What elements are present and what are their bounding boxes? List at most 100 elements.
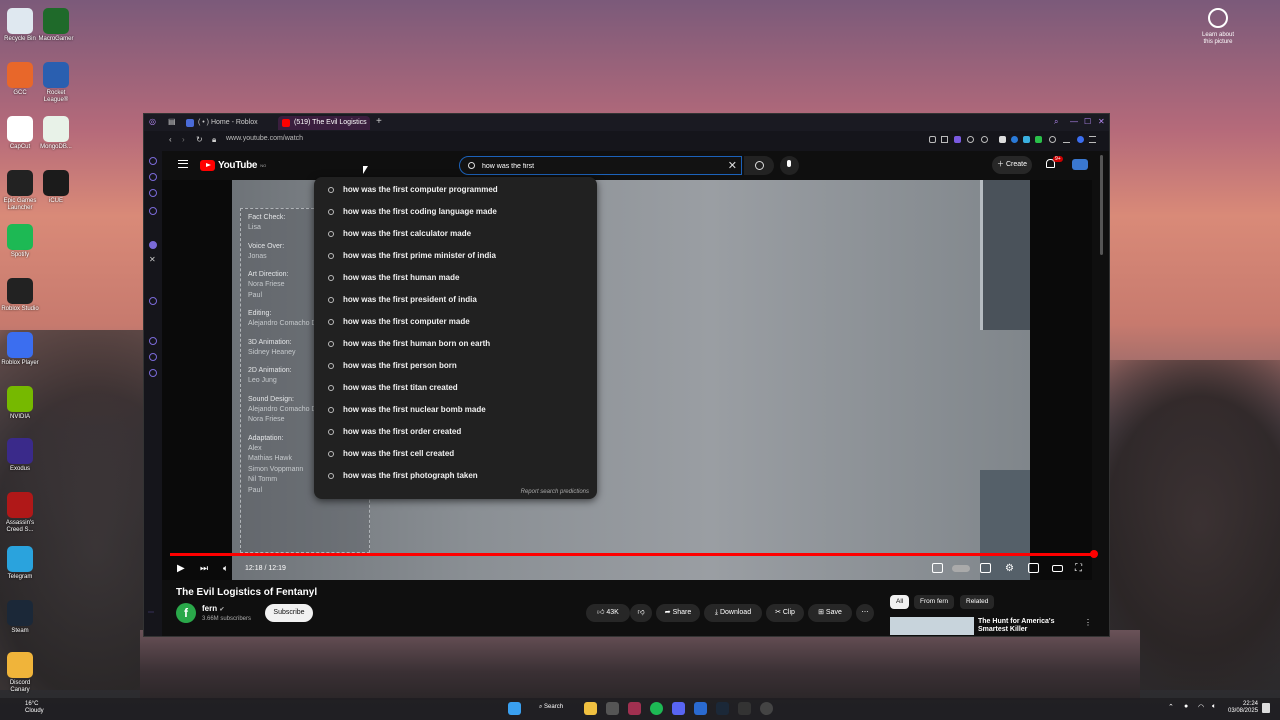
miniplayer-icon[interactable] (1028, 563, 1039, 573)
workspace-icon[interactable]: ▤ (168, 117, 176, 126)
search-tabs-icon[interactable]: ⌕ (1054, 117, 1058, 127)
close-window-icon[interactable]: ✕ (1098, 117, 1105, 126)
sidebar-item-6-icon[interactable] (149, 297, 157, 305)
ext-1-icon[interactable] (999, 136, 1006, 143)
search-suggestion[interactable]: how was the first prime minister of indi… (314, 246, 597, 268)
search-suggestion[interactable]: how was the first photograph taken (314, 466, 597, 488)
speaker-icon[interactable]: 🔈︎ (1212, 703, 1216, 711)
desktop-icon[interactable]: Roblox Player (0, 332, 40, 367)
youtube-logo[interactable]: YouTube NO (200, 159, 266, 171)
autoplay-related-icon[interactable] (932, 563, 943, 573)
chip-from-channel[interactable]: From fern (914, 595, 955, 609)
fullscreen-icon[interactable]: ⛶ (1075, 563, 1082, 574)
menu-icon[interactable] (1089, 136, 1096, 143)
like-button[interactable]: 👍︎ 43K (586, 604, 630, 622)
app-2-icon[interactable] (760, 702, 773, 715)
opera-menu-icon[interactable]: ◎ (149, 117, 156, 126)
taskbar-search[interactable]: ⌕ Search (539, 704, 563, 711)
ext-4-icon[interactable] (1035, 136, 1042, 143)
video-player[interactable]: Fact Check: Lisa Voice Over: Jonas Art Direc… (162, 180, 1098, 580)
channel-name[interactable]: fern ✔ (202, 604, 224, 613)
desktop-icon[interactable]: Spotify (0, 224, 40, 259)
desktop-icon[interactable]: Roblox Studio (0, 278, 40, 313)
desktop-icon[interactable]: MacroGamer (36, 8, 76, 43)
search-suggestion[interactable]: how was the first president of india (314, 290, 597, 312)
search-suggestion[interactable]: how was the first calculator made (314, 224, 597, 246)
create-button[interactable]: ＋ Create (992, 156, 1032, 174)
tray-chevron-icon[interactable]: ⌃ (1168, 703, 1174, 711)
x-icon[interactable]: ✕ (149, 255, 156, 264)
steam-icon[interactable] (716, 702, 729, 715)
tab-roblox[interactable]: ( • ) Home - Roblox (182, 116, 272, 130)
notification-center-icon[interactable] (1262, 703, 1270, 713)
search-suggestion[interactable]: how was the first titan created (314, 378, 597, 400)
desktop-icon[interactable]: Steam (0, 600, 40, 635)
sidebar-item-2-icon[interactable] (149, 173, 157, 181)
report-predictions-link[interactable]: Report search predictions (521, 489, 589, 495)
download-icon[interactable] (1063, 136, 1070, 143)
search-box[interactable]: ✕ (459, 156, 742, 175)
sidebar-item-4-icon[interactable] (149, 207, 157, 215)
subtitles-icon[interactable] (980, 563, 991, 573)
progress-bar[interactable] (170, 550, 1098, 558)
save-button[interactable]: ⊞ Save (808, 604, 852, 622)
search-suggestion[interactable]: how was the first order created (314, 422, 597, 444)
page-scrollbar[interactable] (1100, 155, 1103, 255)
search-suggestion[interactable]: how was the first human born on earth (314, 334, 597, 356)
search-suggestion[interactable]: how was the first cell created (314, 444, 597, 466)
mic-tray-icon[interactable]: ● (1184, 703, 1188, 710)
desktop-icon[interactable]: MongoDB... (36, 116, 76, 151)
forward-icon[interactable]: › (182, 135, 185, 144)
autoplay-toggle[interactable] (952, 565, 970, 572)
progress-scrubber[interactable] (1089, 550, 1098, 558)
related-more-icon[interactable]: ⋮ (1084, 618, 1092, 627)
desktop-icon[interactable]: Epic Games Launcher (0, 170, 40, 212)
channel-avatar[interactable]: f (176, 603, 196, 623)
extension-icon[interactable] (954, 136, 961, 143)
download-button[interactable]: ⤓ Download (704, 604, 762, 622)
screenshot-icon[interactable] (941, 136, 948, 143)
subscribe-button[interactable]: Subscribe (265, 604, 313, 622)
desktop-icon[interactable]: GCC (0, 62, 40, 97)
desktop-icon[interactable]: Discord Canary (0, 652, 40, 694)
weather-widget[interactable]: 16°C Cloudy (25, 701, 44, 715)
play-icon[interactable]: ▶ (177, 563, 185, 574)
learn-about-picture[interactable]: Learn about this picture (1198, 8, 1238, 46)
settings-gear-icon[interactable]: ⚙ (1005, 563, 1014, 574)
dislike-button[interactable]: 👎︎ (630, 604, 652, 622)
new-tab-button[interactable]: + (376, 116, 382, 127)
desktop-icon[interactable]: CapCut (0, 116, 40, 151)
clip-button[interactable]: ✂ Clip (766, 604, 804, 622)
sidebar-item-9-icon[interactable] (149, 369, 157, 377)
account-avatar[interactable] (1072, 159, 1088, 170)
more-actions-button[interactable]: ⋯ (856, 604, 874, 622)
ext-3-icon[interactable] (1023, 136, 1030, 143)
sidebar-item-8-icon[interactable] (149, 353, 157, 361)
related-video-title[interactable]: The Hunt for America's Smartest Killer (978, 618, 1068, 634)
back-icon[interactable]: ‹ (169, 135, 172, 144)
sidebar-more-icon[interactable]: ⋯ (148, 609, 154, 616)
next-icon[interactable]: ⏭︎ (200, 563, 208, 574)
sidebar-item-1-icon[interactable] (149, 157, 157, 165)
heart-icon[interactable] (981, 136, 988, 143)
desktop-icon[interactable]: Telegram (0, 546, 40, 581)
desktop-icon[interactable]: NVIDIA (0, 386, 40, 421)
profile-icon[interactable] (1077, 136, 1084, 143)
sidebar-item-3-icon[interactable] (149, 189, 157, 197)
discord-icon[interactable] (672, 702, 685, 715)
hamburger-menu-icon[interactable] (178, 160, 188, 168)
search-input[interactable] (482, 160, 712, 172)
wifi-icon[interactable]: ◠ (1198, 703, 1204, 711)
pin-icon[interactable] (929, 136, 936, 143)
ext-2-icon[interactable] (1011, 136, 1018, 143)
chip-related[interactable]: Related (960, 595, 995, 609)
desktop-icon[interactable]: Rocket League® (36, 62, 76, 104)
ext-5-icon[interactable] (1049, 136, 1056, 143)
app-icon[interactable] (694, 702, 707, 715)
file-explorer-icon[interactable] (584, 702, 597, 715)
search-button[interactable] (744, 156, 774, 175)
voice-search-icon[interactable] (780, 156, 799, 175)
volume-icon[interactable]: 🔈︎ (223, 563, 228, 574)
start-icon[interactable] (508, 702, 521, 715)
chip-all[interactable]: All (890, 595, 910, 609)
